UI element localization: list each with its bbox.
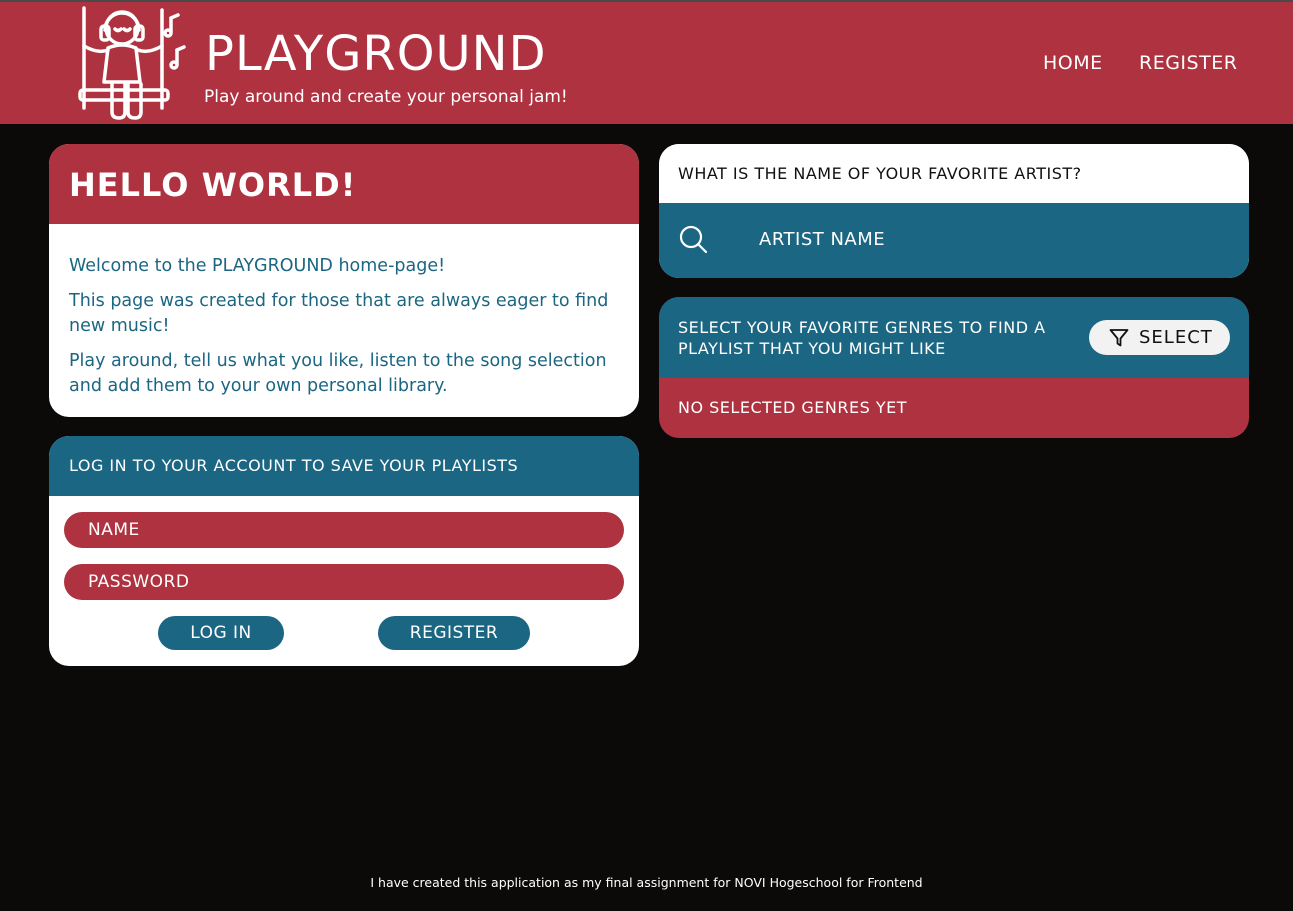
hello-card: HELLO WORLD! Welcome to the PLAYGROUND h… (49, 144, 639, 417)
select-button-label: SELECT (1139, 327, 1213, 348)
filter-icon (1109, 329, 1129, 347)
genres-card-header: SELECT YOUR FAVORITE GENRES TO FIND A PL… (659, 297, 1249, 378)
nav-register-link[interactable]: REGISTER (1139, 52, 1237, 74)
name-input[interactable]: NAME (64, 512, 624, 548)
artist-search-card: WHAT IS THE NAME OF YOUR FAVORITE ARTIST… (659, 144, 1249, 278)
hello-title: HELLO WORLD! (69, 166, 357, 204)
welcome-paragraph: Welcome to the PLAYGROUND home-page! (69, 256, 446, 276)
instructions-paragraph: Play around, tell us what you like, list… (69, 351, 607, 396)
hello-card-header: HELLO WORLD! (49, 144, 639, 224)
login-card-header: LOG IN TO YOUR ACCOUNT TO SAVE YOUR PLAY… (49, 436, 639, 496)
login-card: LOG IN TO YOUR ACCOUNT TO SAVE YOUR PLAY… (49, 436, 639, 666)
artist-name-input[interactable]: ARTIST NAME (759, 229, 885, 250)
artist-card-header: WHAT IS THE NAME OF YOUR FAVORITE ARTIST… (659, 144, 1249, 203)
artist-question: WHAT IS THE NAME OF YOUR FAVORITE ARTIST… (678, 164, 1082, 183)
login-title: LOG IN TO YOUR ACCOUNT TO SAVE YOUR PLAY… (69, 456, 519, 475)
swing-headphones-music-icon (78, 6, 186, 120)
select-genres-button[interactable]: SELECT (1089, 320, 1230, 355)
genres-card: SELECT YOUR FAVORITE GENRES TO FIND A PL… (659, 297, 1249, 438)
site-subtitle: Play around and create your personal jam… (204, 87, 568, 107)
register-button[interactable]: REGISTER (378, 616, 530, 650)
artist-search-bar[interactable]: ARTIST NAME (659, 203, 1249, 278)
search-icon[interactable] (679, 225, 709, 255)
nav-home-link[interactable]: HOME (1043, 52, 1103, 74)
site-header: PLAYGROUND Play around and create your p… (0, 2, 1293, 124)
footer-text: I have created this application as my fi… (370, 875, 923, 890)
password-input[interactable]: PASSWORD (64, 564, 624, 600)
no-genres-message: NO SELECTED GENRES YET (678, 398, 907, 417)
intro-paragraph: This page was created for those that are… (69, 291, 609, 336)
hello-card-body: Welcome to the PLAYGROUND home-page! Thi… (49, 224, 639, 399)
login-button[interactable]: LOG IN (158, 616, 284, 650)
site-title: PLAYGROUND (205, 26, 547, 82)
genres-title: SELECT YOUR FAVORITE GENRES TO FIND A PL… (678, 318, 1046, 358)
